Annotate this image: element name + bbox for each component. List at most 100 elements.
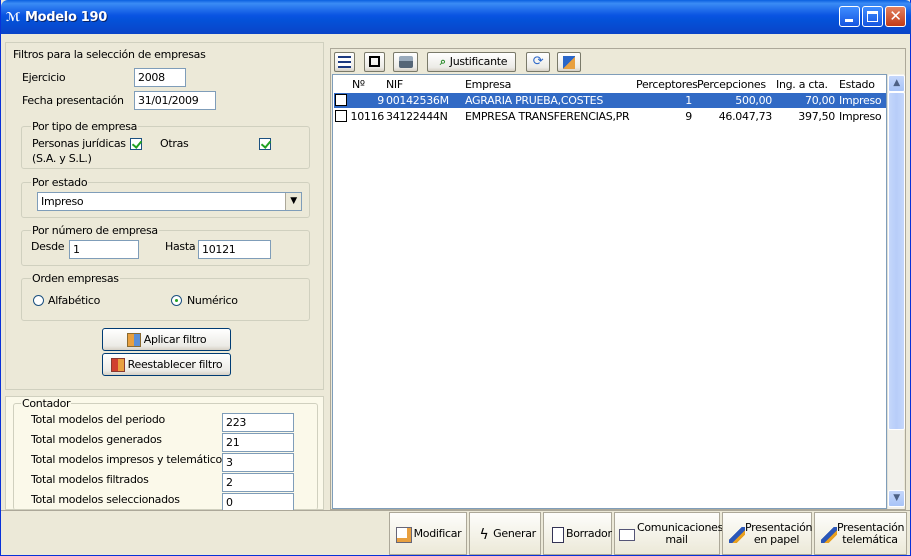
agency-logo-icon [821, 527, 837, 543]
list-view-button[interactable] [334, 52, 355, 72]
col-num[interactable]: Nº [352, 78, 365, 91]
tipo-title: Por tipo de empresa [31, 120, 139, 133]
fecha-field[interactable]: 31/01/2009 [134, 91, 216, 110]
maximize-button[interactable] [862, 6, 883, 27]
col-empresa[interactable]: Empresa [465, 78, 511, 91]
otras-checkbox[interactable] [259, 138, 271, 150]
cell-perceptores: 1 [685, 94, 692, 107]
row-checkbox[interactable] [335, 110, 347, 122]
alfabetico-radio[interactable] [33, 295, 44, 306]
col-estado[interactable]: Estado [839, 78, 875, 91]
checkbox-icon [369, 56, 380, 67]
row-checkbox[interactable] [335, 94, 347, 106]
presentacion-telematica-button[interactable]: Presentación telemática [814, 512, 907, 555]
estado-select[interactable]: Impreso ▼ [37, 192, 302, 211]
agency-logo-icon [729, 527, 745, 543]
col-nif[interactable]: NIF [386, 78, 403, 91]
col-percepciones[interactable]: Percepciones [697, 78, 766, 91]
reset-filter-icon [110, 358, 125, 372]
edit-icon [396, 527, 412, 543]
desde-field[interactable]: 1 [69, 240, 139, 259]
filters-title: Filtros para la selección de empresas [12, 48, 207, 61]
orden-title: Orden empresas [31, 272, 120, 285]
counter-label: Total modelos filtrados [31, 473, 149, 486]
action-bar: Modificar ϟ Generar Borrador Comunicacio… [1, 510, 910, 555]
alfabetico-label: Alfabético [48, 294, 101, 307]
justificante-label: Justificante [449, 55, 508, 68]
cell-empresa: EMPRESA TRANSFERENCIAS,PR [465, 110, 630, 123]
cell-estado: Impreso [839, 110, 882, 123]
numerico-radio[interactable] [171, 295, 182, 306]
numerico-label: Numérico [187, 294, 238, 307]
minimize-button[interactable] [839, 6, 860, 27]
generar-button[interactable]: ϟ Generar [469, 512, 541, 555]
close-icon: ✕ [889, 7, 902, 25]
print-button[interactable] [393, 52, 418, 72]
otras-label: Otras [160, 137, 189, 150]
cell-num: 9 [377, 94, 384, 107]
counter-label: Total modelos generados [31, 433, 162, 446]
fecha-label: Fecha presentación [22, 94, 124, 107]
col-perceptores[interactable]: Perceptores [636, 78, 698, 91]
mail-icon [619, 529, 635, 541]
estado-select-value: Impreso [41, 195, 84, 208]
refresh-icon: ⟳ [532, 54, 544, 69]
list-icon [338, 56, 351, 68]
hasta-field[interactable]: 10121 [198, 240, 271, 259]
chevron-up-icon: ▲ [893, 78, 900, 88]
results-table[interactable]: Nº NIF Empresa Perceptores Percepciones … [332, 74, 887, 509]
document-icon [552, 527, 564, 543]
estado-title: Por estado [31, 176, 89, 189]
chevron-down-icon[interactable]: ▼ [285, 193, 301, 210]
juridicas-sublabel: (S.A. y S.L.) [32, 152, 92, 165]
main-window: ℳ Modelo 190 ✕ Filtros para la selección… [0, 0, 911, 556]
scroll-up-button[interactable]: ▲ [888, 75, 905, 92]
cell-perceptores: 9 [685, 110, 692, 123]
counter-label: Total modelos seleccionados [31, 493, 180, 506]
presentacion-papel-button[interactable]: Presentación en papel [722, 512, 813, 555]
ejercicio-label: Ejercicio [22, 71, 66, 84]
chevron-down-icon: ▼ [893, 493, 900, 503]
borrador-button[interactable]: Borrador [543, 512, 612, 555]
ejercicio-field[interactable]: 2008 [134, 68, 186, 87]
filter-icon [126, 333, 141, 347]
hasta-label: Hasta [165, 240, 196, 253]
refresh-button[interactable]: ⟳ [526, 52, 550, 72]
presentacion-papel-label: Presentación en papel [745, 521, 813, 546]
comunicaciones-line2: mail [665, 532, 688, 546]
cell-nif: 34122444N [386, 110, 448, 123]
juridicas-checkbox[interactable] [130, 138, 142, 150]
table-row[interactable]: 9 00142536M AGRARIA PRUEBA,COSTES 1 500,… [334, 93, 886, 108]
comunicaciones-label: Comunicaciones mail [637, 521, 723, 546]
cell-ing: 397,50 [798, 110, 835, 123]
search-icon: ⌕ [439, 55, 446, 68]
close-button[interactable]: ✕ [885, 6, 906, 27]
cell-empresa: AGRARIA PRUEBA,COSTES [465, 94, 604, 107]
presentacion-telematica-label: Presentación telemática [837, 521, 905, 546]
lightning-icon: ϟ [479, 527, 489, 543]
reset-filter-label: Reestablecer filtro [127, 358, 223, 371]
comunicaciones-button[interactable]: Comunicaciones mail [614, 512, 723, 555]
vertical-scrollbar[interactable]: ▲ ▼ [887, 74, 905, 509]
contador-title: Contador [21, 397, 72, 410]
col-ing[interactable]: Ing. a cta. [776, 78, 828, 91]
scroll-down-button[interactable]: ▼ [888, 490, 905, 507]
app-icon: ℳ [6, 10, 20, 24]
table-row[interactable]: 10116 34122444N EMPRESA TRANSFERENCIAS,P… [334, 109, 886, 124]
window-title: Modelo 190 [25, 10, 108, 25]
cell-estado: Impreso [839, 94, 882, 107]
reset-filter-button[interactable]: Reestablecer filtro [102, 353, 231, 376]
cell-num: 10116 [350, 110, 385, 123]
counter-value: 223 [222, 413, 294, 432]
apply-filter-button[interactable]: Aplicar filtro [102, 328, 231, 351]
title-bar[interactable]: ℳ Modelo 190 ✕ [1, 0, 911, 34]
modificar-button[interactable]: Modificar [389, 512, 467, 555]
counter-value: 3 [222, 453, 294, 472]
apply-filter-label: Aplicar filtro [143, 333, 207, 346]
scroll-thumb[interactable] [888, 92, 905, 430]
export-button[interactable] [557, 52, 581, 72]
justificante-button[interactable]: ⌕ Justificante [427, 52, 516, 72]
counter-label: Total modelos impresos y telemáticos [31, 453, 228, 466]
select-all-button[interactable] [364, 52, 385, 72]
generar-label: Generar [493, 526, 536, 540]
